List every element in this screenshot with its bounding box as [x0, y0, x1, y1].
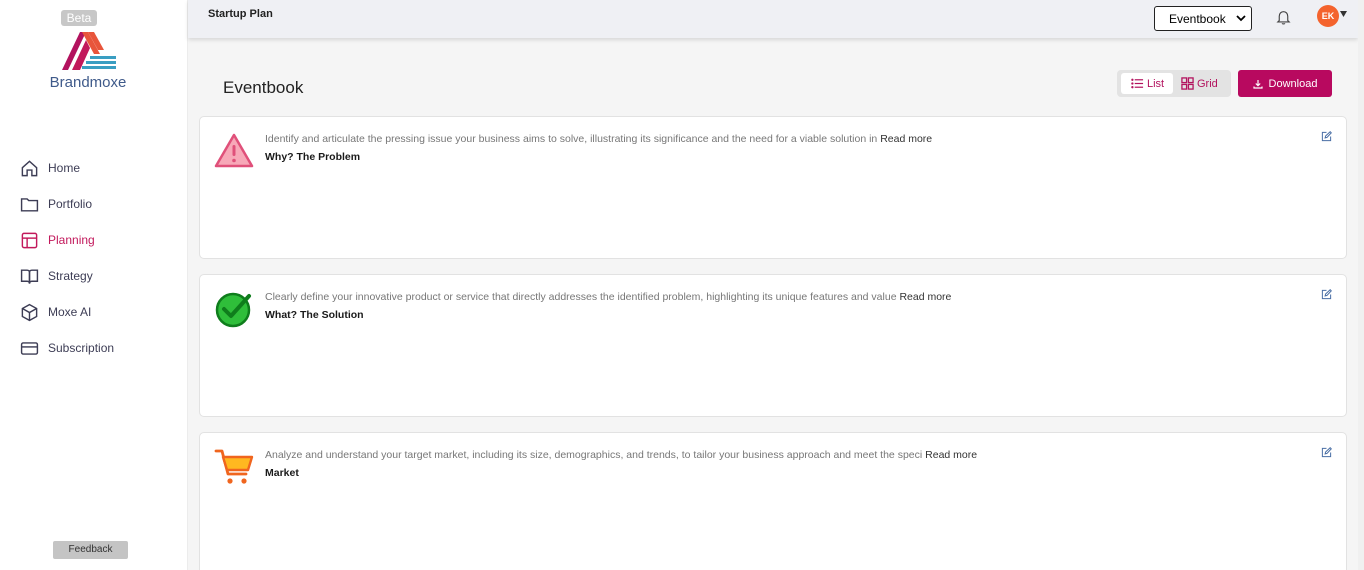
brand-logo[interactable]	[60, 28, 118, 72]
sidebar-item-subscription[interactable]: Subscription	[20, 330, 114, 366]
plan-card-problem[interactable]: Identify and articulate the pressing iss…	[199, 116, 1347, 259]
grid-view-label: Grid	[1197, 77, 1218, 90]
top-bar: Startup Plan Eventbook EK	[188, 0, 1358, 38]
edit-icon[interactable]	[1321, 447, 1332, 458]
plan-card-solution[interactable]: Clearly define your innovative product o…	[199, 274, 1347, 417]
edit-icon[interactable]	[1321, 131, 1332, 142]
sidebar-item-label: Moxe AI	[48, 305, 92, 319]
sidebar-nav: Home Portfolio Planning Strategy Moxe AI…	[20, 150, 114, 366]
plan-card-market[interactable]: Analyze and understand your target marke…	[199, 432, 1347, 570]
page-title: Eventbook	[223, 78, 304, 97]
folder-icon	[20, 197, 39, 212]
sidebar: Beta Brandmoxe Home Portfolio Planning S…	[0, 0, 188, 570]
eventbook-select[interactable]: Eventbook	[1154, 6, 1252, 31]
list-view-label: List	[1147, 77, 1165, 90]
caret-down-icon[interactable]	[1340, 11, 1347, 17]
download-label: Download	[1268, 77, 1318, 90]
sidebar-item-moxe-ai[interactable]: Moxe AI	[20, 294, 114, 330]
sidebar-item-label: Subscription	[48, 341, 115, 355]
feedback-button[interactable]: Feedback	[53, 541, 128, 559]
sidebar-item-label: Planning	[48, 233, 95, 247]
card-description-text: Clearly define your innovative product o…	[265, 291, 897, 303]
sidebar-item-planning[interactable]: Planning	[20, 222, 114, 258]
cube-icon	[21, 303, 38, 321]
read-more-link[interactable]: Read more	[925, 449, 977, 461]
read-more-link[interactable]: Read more	[899, 291, 951, 303]
list-view-button[interactable]: List	[1121, 73, 1173, 94]
card-icon	[20, 341, 39, 355]
avatar[interactable]: EK	[1317, 5, 1339, 27]
check-circle-icon	[215, 292, 251, 328]
plan-title: Startup Plan	[208, 8, 273, 20]
card-title: Why? The Problem	[265, 151, 361, 163]
beta-badge: Beta	[61, 10, 97, 26]
download-button[interactable]: Download	[1238, 70, 1332, 97]
book-icon	[20, 268, 39, 284]
card-description-text: Identify and articulate the pressing iss…	[265, 133, 878, 145]
view-toggle: List Grid	[1117, 70, 1231, 97]
brand-name: Brandmoxe	[49, 74, 127, 91]
card-title: Market	[265, 467, 299, 479]
chevron-down-icon	[1236, 15, 1246, 22]
card-description: Clearly define your innovative product o…	[265, 291, 951, 303]
sidebar-item-home[interactable]: Home	[20, 150, 114, 186]
sidebar-item-strategy[interactable]: Strategy	[20, 258, 114, 294]
list-icon	[1131, 78, 1144, 89]
sidebar-item-portfolio[interactable]: Portfolio	[20, 186, 114, 222]
sidebar-item-label: Strategy	[48, 269, 93, 283]
download-icon	[1252, 79, 1263, 89]
sidebar-item-label: Portfolio	[48, 197, 93, 211]
layout-icon	[21, 232, 38, 248]
home-icon	[21, 159, 38, 176]
warning-icon	[214, 133, 254, 168]
card-description-text: Analyze and understand your target marke…	[265, 449, 923, 461]
card-title: What? The Solution	[265, 309, 364, 321]
grid-icon	[1181, 77, 1194, 90]
bell-icon[interactable]	[1275, 8, 1292, 26]
scrollbar[interactable]	[1358, 0, 1364, 570]
read-more-link[interactable]: Read more	[880, 133, 932, 145]
card-description: Identify and articulate the pressing iss…	[265, 133, 932, 145]
card-description: Analyze and understand your target marke…	[265, 449, 977, 461]
cart-icon	[214, 449, 254, 484]
grid-view-button[interactable]: Grid	[1181, 73, 1227, 94]
sidebar-item-label: Home	[48, 161, 81, 175]
edit-icon[interactable]	[1321, 289, 1332, 300]
select-value: Eventbook	[1169, 11, 1226, 26]
